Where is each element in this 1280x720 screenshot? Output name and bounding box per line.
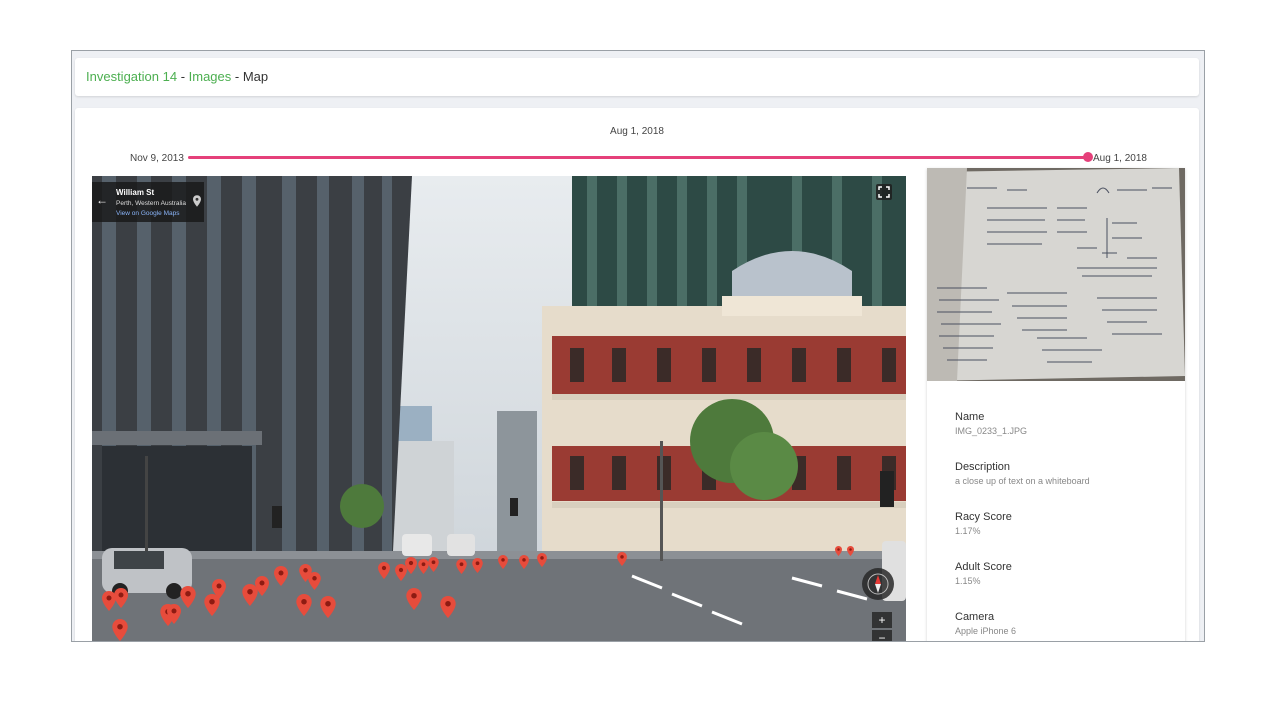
location-pin-icon[interactable] xyxy=(498,555,508,569)
adult-score-label: Adult Score xyxy=(955,561,1012,573)
compass-button[interactable] xyxy=(862,568,894,600)
location-pin-icon[interactable] xyxy=(519,555,529,569)
location-pin-icon[interactable] xyxy=(180,586,196,608)
street-name: William St xyxy=(116,188,155,197)
back-arrow-icon[interactable]: ← xyxy=(96,193,108,207)
name-value: IMG_0233_1.JPG xyxy=(955,426,1028,436)
street-view-info-box: ← William St Perth, Western Australia Vi… xyxy=(92,182,204,222)
fullscreen-button[interactable] xyxy=(876,184,892,200)
zoom-out-button[interactable]: − xyxy=(872,630,892,641)
location-pin-icon[interactable] xyxy=(472,558,483,573)
racy-score-value: 1.17% xyxy=(955,526,981,536)
street-view-panorama[interactable]: ← William St Perth, Western Australia Vi… xyxy=(92,176,906,641)
whiteboard-photo xyxy=(927,168,1185,381)
camera-label: Camera xyxy=(955,611,995,623)
breadcrumb-separator: - xyxy=(177,69,189,84)
map-pin-icon xyxy=(193,195,201,207)
street-view-scene xyxy=(92,176,906,641)
image-preview[interactable] xyxy=(927,168,1185,381)
location-pin-icon[interactable] xyxy=(428,557,439,572)
name-label: Name xyxy=(955,411,985,423)
detail-racy-score: Racy Score 1.17% xyxy=(955,511,1012,536)
racy-score-label: Racy Score xyxy=(955,511,1012,523)
location-pin-icon[interactable] xyxy=(255,576,269,596)
location-pin-icon[interactable] xyxy=(274,566,288,586)
view-on-google-maps-link[interactable]: View on Google Maps xyxy=(116,210,179,217)
location-pin-icon[interactable] xyxy=(378,562,390,579)
location-pin-icon[interactable] xyxy=(114,588,128,608)
timeline-current-date: Aug 1, 2018 xyxy=(610,126,664,137)
location-pin-icon[interactable] xyxy=(320,596,336,618)
breadcrumb-separator: - xyxy=(231,69,243,84)
location-pin-icon[interactable] xyxy=(405,557,417,574)
location-pin-icon[interactable] xyxy=(212,579,226,599)
app-frame: Investigation 14 - Images - Map Aug 1, 2… xyxy=(71,50,1205,642)
adult-score-value: 1.15% xyxy=(955,576,981,586)
zoom-in-button[interactable]: + xyxy=(872,612,892,628)
location-pin-icon[interactable] xyxy=(112,619,128,641)
camera-value: Apple iPhone 6 xyxy=(955,626,1017,636)
detail-description: Description a close up of text on a whit… xyxy=(955,461,1090,486)
detail-adult-score: Adult Score 1.15% xyxy=(955,561,1012,586)
breadcrumb-images-link[interactable]: Images xyxy=(189,69,232,84)
timeline-end-date: Aug 1, 2018 xyxy=(1093,153,1147,164)
location-pin-icon[interactable] xyxy=(308,572,321,590)
location-pin-icon[interactable] xyxy=(296,594,312,616)
timeline-start-date: Nov 9, 2013 xyxy=(130,153,184,164)
image-details-panel: Name IMG_0233_1.JPG Description a close … xyxy=(927,168,1185,641)
header-card: Investigation 14 - Images - Map xyxy=(75,58,1199,96)
fullscreen-icon xyxy=(878,186,890,198)
timeline-slider-handle[interactable] xyxy=(1083,152,1093,162)
location-pin-icon[interactable] xyxy=(835,546,842,556)
description-label: Description xyxy=(955,461,1011,473)
location-pin-icon[interactable] xyxy=(537,553,547,567)
location-pin-icon[interactable] xyxy=(847,546,854,556)
city-name: Perth, Western Australia xyxy=(116,200,186,207)
location-pin-icon[interactable] xyxy=(440,596,456,618)
detail-name: Name IMG_0233_1.JPG xyxy=(955,411,1027,436)
location-pin-icon[interactable] xyxy=(406,588,422,610)
description-value: a close up of text on a whiteboard xyxy=(955,476,1090,486)
breadcrumb: Investigation 14 - Images - Map xyxy=(86,69,268,84)
compass-icon xyxy=(867,573,889,595)
location-pin-icon[interactable] xyxy=(456,559,467,574)
timeline-slider-track[interactable] xyxy=(188,156,1088,159)
map-card: Aug 1, 2018 Nov 9, 2013 Aug 1, 2018 ← Wi… xyxy=(75,108,1199,641)
detail-camera: Camera Apple iPhone 6 xyxy=(955,611,1016,636)
location-pin-icon[interactable] xyxy=(617,552,627,566)
breadcrumb-current: Map xyxy=(242,69,269,84)
location-pin-icon[interactable] xyxy=(167,604,181,624)
breadcrumb-investigation-link[interactable]: Investigation 14 xyxy=(86,69,177,84)
